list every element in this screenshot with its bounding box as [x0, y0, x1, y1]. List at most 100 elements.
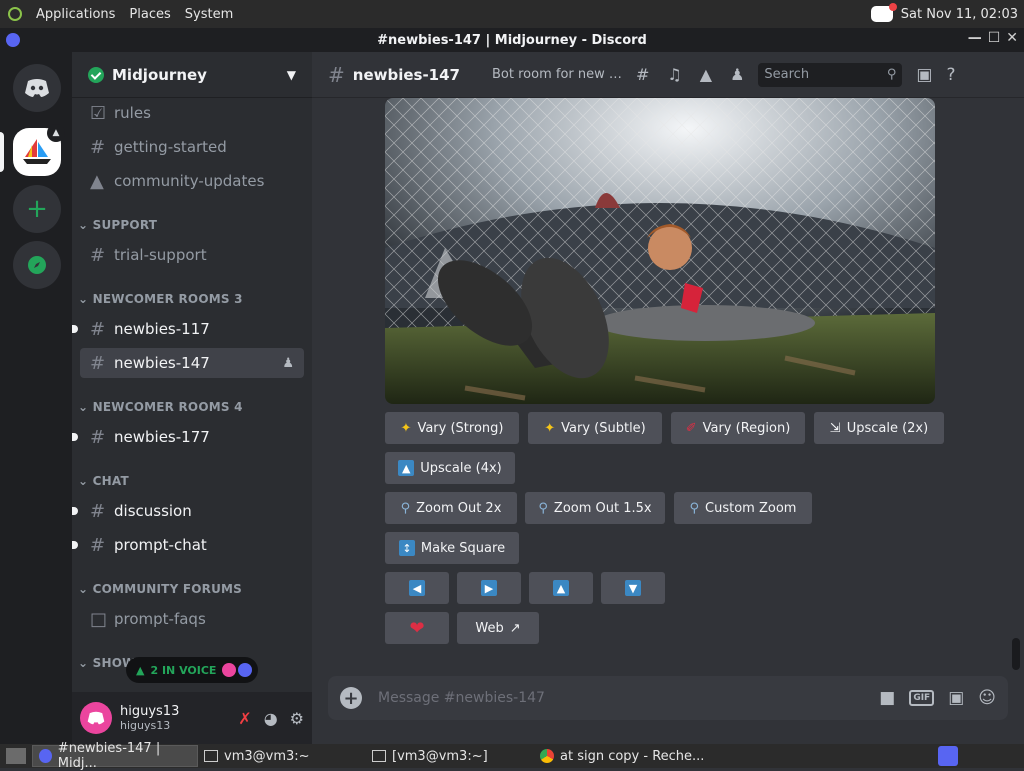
custom-zoom-button[interactable]: ⚲ Custom Zoom [674, 492, 812, 524]
avatar[interactable] [80, 702, 112, 734]
add-attachment-button[interactable]: + [340, 687, 362, 709]
channel-prompt-chat[interactable]: # prompt-chat [72, 530, 304, 560]
terminal-icon [204, 750, 218, 762]
threads-icon: # [328, 62, 345, 87]
zoom-out-1-5x-button[interactable]: ⚲ Zoom Out 1.5x [525, 492, 665, 524]
server-rail: ▲ + [0, 52, 72, 744]
task-terminal-2[interactable]: [vm3@vm3:~] [366, 745, 534, 767]
menu-applications[interactable]: Applications [36, 7, 115, 22]
chevron-down-icon[interactable]: ▼ [287, 68, 296, 82]
unread-indicator [72, 433, 78, 441]
category-newcomer-rooms-3[interactable]: ⌄ NEWCOMER ROOMS 3 [78, 292, 243, 306]
channel-newbies-147[interactable]: # newbies-147 ♟ [80, 348, 304, 378]
channel-newbies-177[interactable]: # newbies-177 [72, 422, 304, 452]
discord-tray-icon[interactable] [870, 3, 897, 22]
channel-rules[interactable]: ☑ rules [80, 98, 304, 128]
category-community-forums[interactable]: ⌄ COMMUNITY FORUMS [78, 582, 242, 596]
search-input[interactable]: Search ⚲ [758, 62, 903, 87]
system-top-bar: Applications Places System Sat Nov 11, 0… [0, 0, 1024, 28]
vary-region-button[interactable]: ✐ Vary (Region) [671, 412, 805, 444]
clock[interactable]: Sat Nov 11, 02:03 [901, 7, 1018, 22]
channel-trial-support[interactable]: # trial-support [80, 240, 304, 270]
user-panel: higuys13 higuys13 ✗ ◕ ⚙ [72, 692, 312, 744]
voice-avatar [238, 663, 253, 677]
close-icon[interactable]: ✕ [1006, 30, 1018, 46]
discord-logo-icon [25, 79, 49, 97]
help-icon[interactable]: ? [946, 65, 955, 85]
notification-bell-icon[interactable]: ♫ [667, 65, 681, 84]
emoji-icon[interactable]: ☺ [978, 688, 996, 708]
pan-down-button[interactable]: ▼ [601, 572, 665, 604]
task-terminal-1[interactable]: vm3@vm3:~ [198, 745, 366, 767]
soccer-goal-image [385, 98, 935, 404]
headphones-icon[interactable]: ◕ [264, 709, 278, 728]
zoom-out-2x-button[interactable]: ⚲ Zoom Out 2x [385, 492, 517, 524]
hash-icon: # [90, 500, 106, 522]
category-newcomer-rooms-4[interactable]: ⌄ NEWCOMER ROOMS 4 [78, 400, 243, 414]
maximize-icon[interactable]: ☐ [988, 30, 1001, 46]
task-chrome[interactable]: at sign copy - Reche... [534, 745, 734, 767]
server-header[interactable]: Midjourney ▼ [72, 52, 312, 98]
explore-servers-button[interactable] [13, 241, 61, 289]
category-chat[interactable]: ⌄ CHAT [78, 474, 129, 488]
upscale-2x-button[interactable]: ⇲ Upscale (2x) [814, 412, 944, 444]
channel-community-updates[interactable]: ▲ community-updates [80, 166, 304, 196]
heart-icon: ❤ [409, 617, 425, 639]
show-desktop-icon[interactable] [6, 748, 26, 764]
taskbar: #newbies-147 | Midj... vm3@vm3:~ [vm3@vm… [0, 741, 1024, 771]
category-support[interactable]: ⌄ SUPPORT [78, 218, 157, 232]
pan-right-button[interactable]: ▶ [457, 572, 521, 604]
sticker-icon[interactable]: ▣ [948, 688, 964, 708]
pan-up-button[interactable]: ▲ [529, 572, 593, 604]
gnome-logo-icon[interactable] [8, 7, 22, 21]
task-discord[interactable]: #newbies-147 | Midj... [32, 741, 198, 771]
gif-picker-button[interactable]: GIF [909, 690, 935, 706]
generated-image[interactable] [385, 98, 935, 404]
arrow-down-icon: ▼ [625, 580, 641, 596]
chrome-icon [540, 749, 554, 763]
threads-icon: # [90, 352, 106, 374]
web-link-button[interactable]: Web ↗ [457, 612, 539, 644]
menu-places[interactable]: Places [129, 7, 170, 22]
channel-prompt-faqs[interactable]: □ prompt-faqs [80, 604, 304, 634]
pin-icon[interactable]: ▲ [700, 65, 712, 84]
member-list-icon[interactable]: ♟ [730, 65, 744, 84]
channel-discussion[interactable]: # discussion [72, 496, 304, 526]
checkbox-channel-icon: ☑ [90, 102, 107, 124]
paintbrush-icon: ✐ [685, 420, 697, 436]
make-square-button[interactable]: ↕ Make Square [385, 532, 519, 564]
menu-system[interactable]: System [185, 7, 233, 22]
server-midjourney[interactable]: ▲ [13, 124, 65, 176]
voice-activity-pill[interactable]: ▲ 2 IN VOICE [126, 657, 258, 683]
chat-scrollbar[interactable] [1012, 638, 1020, 670]
mute-microphone-icon[interactable]: ✗ [238, 709, 251, 728]
vary-strong-button[interactable]: ✦ Vary (Strong) [385, 412, 519, 444]
channel-topic[interactable]: Bot room for new users [492, 67, 622, 82]
channel-header: # newbies-147 Bot room for new users # ♫… [312, 52, 1024, 98]
pan-left-button[interactable]: ◀ [385, 572, 449, 604]
vary-subtle-button[interactable]: ✦ Vary (Subtle) [528, 412, 662, 444]
add-member-icon[interactable]: ♟ [282, 356, 294, 371]
inbox-icon[interactable]: ▣ [916, 65, 932, 85]
unread-indicator [72, 541, 78, 549]
message-composer: + ■ GIF ▣ ☺ [328, 676, 1008, 720]
home-button[interactable] [13, 64, 61, 112]
discord-tray-icon[interactable] [938, 746, 958, 766]
gear-icon[interactable]: ⚙ [290, 709, 304, 728]
channel-newbies-117[interactable]: # newbies-117 [72, 314, 304, 344]
add-server-button[interactable]: + [13, 185, 61, 233]
hash-icon: # [90, 244, 106, 266]
plus-icon: + [26, 194, 48, 224]
channel-title: newbies-147 [352, 65, 460, 84]
upscale-4x-button[interactable]: ▲ Upscale (4x) [385, 452, 515, 484]
threads-icon[interactable]: # [636, 65, 649, 84]
speaker-icon: ▲ [136, 663, 145, 677]
username: higuys13 [120, 704, 180, 719]
favorite-button[interactable]: ❤ [385, 612, 449, 644]
search-placeholder: Search [764, 67, 810, 82]
minimize-icon[interactable]: — [968, 30, 982, 46]
verified-check-icon [88, 66, 104, 83]
gift-icon[interactable]: ■ [879, 688, 895, 708]
message-input[interactable] [378, 690, 880, 706]
channel-getting-started[interactable]: # getting-started [80, 132, 304, 162]
